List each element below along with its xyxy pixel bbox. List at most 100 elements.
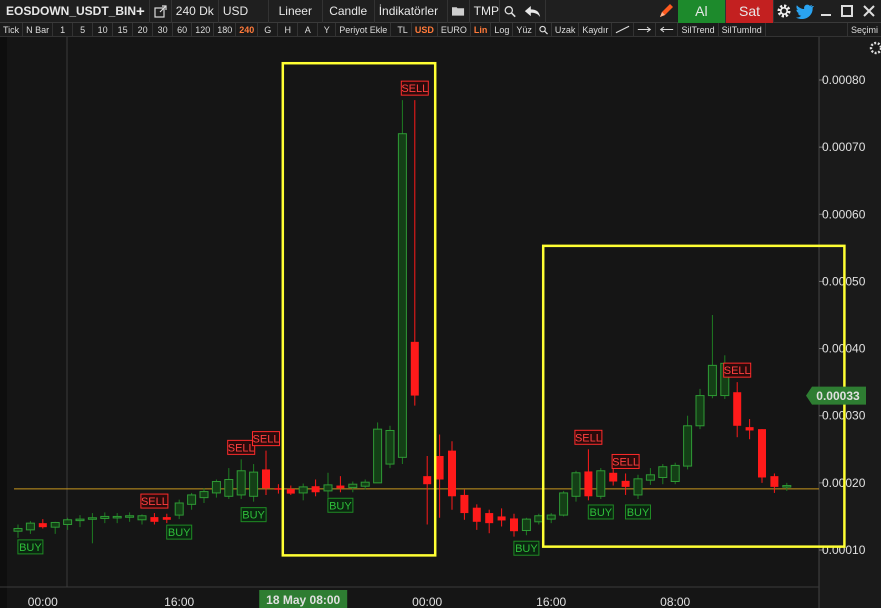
candle-up — [224, 479, 234, 497]
zoom-small-icon[interactable] — [536, 22, 552, 37]
candle-up — [534, 515, 544, 523]
external-link-icon[interactable] — [150, 0, 172, 23]
period-nbar[interactable]: N Bar — [23, 22, 54, 37]
period-1[interactable]: 1 — [53, 22, 74, 37]
candle-up — [112, 515, 122, 519]
candle-up — [633, 478, 643, 496]
currency-tl[interactable]: TL — [394, 22, 412, 37]
currency-usd[interactable]: USD — [412, 22, 438, 37]
indicators-menu[interactable]: İndikatörler — [375, 0, 448, 23]
period-selector[interactable]: 240 Dk — [172, 0, 219, 23]
close-icon[interactable] — [860, 0, 881, 23]
gear-icon[interactable] — [774, 0, 794, 23]
candle-up — [25, 522, 35, 531]
scale-percent[interactable]: Yüz — [513, 22, 536, 37]
symbol-selector[interactable]: EOSDOWN_USDT_BIN + — [0, 0, 150, 23]
x-tick-label: 16:00 — [164, 595, 194, 608]
candle-down — [286, 488, 295, 494]
candle-down — [274, 488, 283, 490]
candle-up — [373, 428, 383, 484]
period-year[interactable]: Y — [318, 22, 337, 37]
period-240[interactable]: 240 — [236, 22, 259, 37]
folder-icon[interactable] — [448, 0, 470, 23]
currency-selector[interactable]: USD — [219, 0, 269, 23]
period-10[interactable]: 10 — [93, 22, 114, 37]
twitter-icon[interactable] — [794, 0, 817, 23]
sell-button[interactable]: Sat — [725, 0, 775, 23]
candle-down — [336, 485, 345, 489]
buy-signal-label: BUY — [168, 527, 191, 539]
buy-signal-label: BUY — [242, 510, 265, 522]
candle-down — [448, 450, 456, 497]
scale-linear[interactable]: Lin — [471, 22, 492, 37]
candle-up — [571, 472, 581, 497]
candle-up — [695, 395, 705, 427]
candle-up — [174, 502, 184, 516]
period-60[interactable]: 60 — [173, 22, 193, 37]
currency-euro[interactable]: EURO — [438, 22, 471, 37]
candle-down — [410, 341, 419, 396]
zoom-icon[interactable] — [500, 0, 520, 23]
period-day[interactable]: G — [258, 22, 279, 37]
buy-signal-label: BUY — [19, 542, 42, 554]
candle-up — [87, 517, 97, 520]
x-tick-label: 00:00 — [28, 595, 58, 608]
clear-indicators-button[interactable]: SilTumInd — [719, 22, 766, 37]
candle-up — [100, 515, 110, 519]
arrow-left-icon[interactable] — [656, 22, 679, 37]
left-scroll-strip[interactable] — [0, 37, 7, 608]
candle-down — [311, 486, 320, 493]
price-chart[interactable]: 0.000800.000700.000600.000500.000400.000… — [0, 37, 881, 608]
x-tick-label: 00:00 — [412, 595, 442, 608]
period-20[interactable]: 20 — [133, 22, 154, 37]
x-tick-label: 16:00 — [536, 595, 566, 608]
candle-down — [460, 494, 469, 514]
clear-trends-button[interactable]: SilTrend — [678, 22, 719, 37]
chart-type-selector[interactable]: Candle — [323, 0, 375, 23]
plus-icon[interactable]: + — [136, 3, 145, 20]
scale-selector[interactable]: Lineer — [269, 0, 323, 23]
chart-background — [0, 37, 881, 608]
period-month[interactable]: A — [298, 22, 319, 37]
period-week[interactable]: H — [278, 22, 299, 37]
sell-signal-label: SELL — [141, 496, 168, 508]
y-tick-label: 0.00070 — [822, 140, 866, 154]
sell-signal-label: SELL — [575, 432, 602, 444]
buy-button[interactable]: Al — [677, 0, 726, 23]
candle-up — [360, 481, 370, 487]
period-tick[interactable]: Tick — [0, 22, 24, 37]
period-180[interactable]: 180 — [214, 22, 237, 37]
candle-up — [50, 521, 60, 528]
candle-down — [621, 480, 630, 487]
trendline-icon[interactable] — [612, 22, 635, 37]
scroll-button[interactable]: Kaydır — [579, 22, 613, 37]
period-30[interactable]: 30 — [153, 22, 174, 37]
x-tick-label-highlighted: 18 May 08:00 — [266, 593, 340, 607]
pencil-icon[interactable] — [546, 0, 678, 23]
zoom-out-button[interactable]: Uzak — [552, 22, 580, 37]
scale-log[interactable]: Log — [491, 22, 514, 37]
candle-up — [75, 518, 85, 522]
last-price-tag: 0.00033 — [806, 386, 866, 405]
candle-down — [497, 516, 506, 521]
candle-up — [63, 519, 73, 525]
template-button[interactable]: TMP — [470, 0, 500, 23]
maximize-icon[interactable] — [838, 0, 859, 23]
add-period-button[interactable]: Periyot Ekle — [336, 22, 392, 37]
period-15[interactable]: 15 — [113, 22, 134, 37]
candle-down — [162, 517, 171, 520]
trading-app: EOSDOWN_USDT_BIN + 240 Dk USD Lineer Can… — [0, 0, 881, 608]
undo-arrow-icon[interactable] — [520, 0, 546, 23]
period-120[interactable]: 120 — [192, 22, 215, 37]
period-5[interactable]: 5 — [73, 22, 94, 37]
minimize-icon[interactable] — [817, 0, 838, 23]
candle-up — [397, 133, 407, 458]
candle-up — [546, 514, 556, 520]
candle-up — [323, 484, 333, 492]
candle-down — [262, 469, 270, 489]
candle-down — [485, 513, 494, 524]
candle-up — [385, 429, 395, 465]
arrow-right-icon[interactable] — [634, 22, 657, 37]
selection-button[interactable]: Seçimi — [846, 22, 881, 37]
buy-signal-label: BUY — [515, 543, 538, 555]
